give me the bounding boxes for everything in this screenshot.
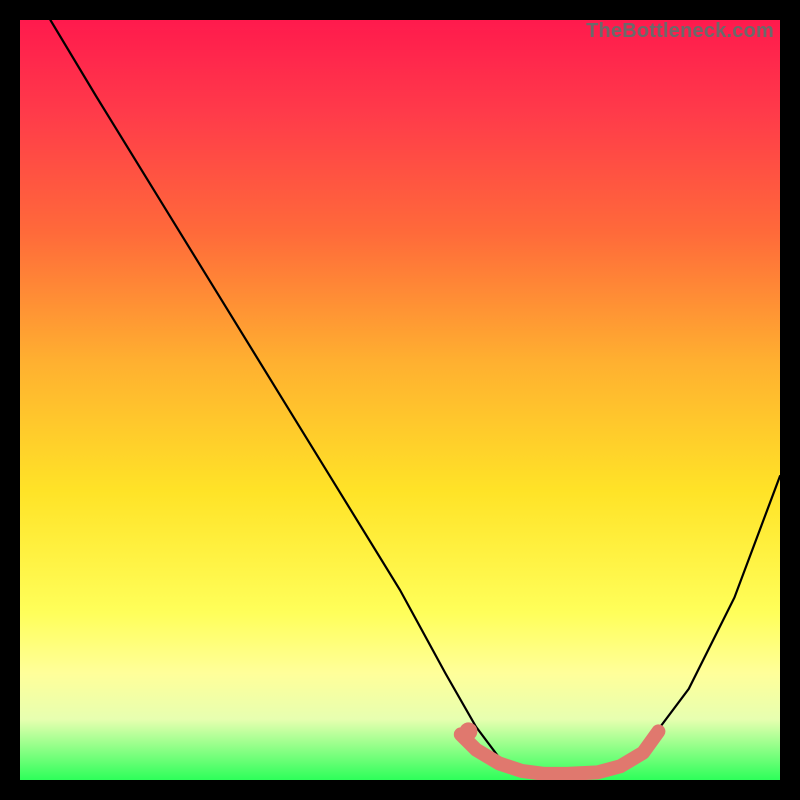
- highlight-band: [461, 731, 659, 774]
- watermark-text: TheBottleneck.com: [586, 20, 774, 43]
- highlight-dot: [459, 722, 477, 740]
- bottleneck-curve: [50, 20, 780, 776]
- chart-svg: [20, 20, 780, 780]
- chart-frame: TheBottleneck.com: [0, 0, 800, 800]
- plot-area: TheBottleneck.com: [20, 20, 780, 780]
